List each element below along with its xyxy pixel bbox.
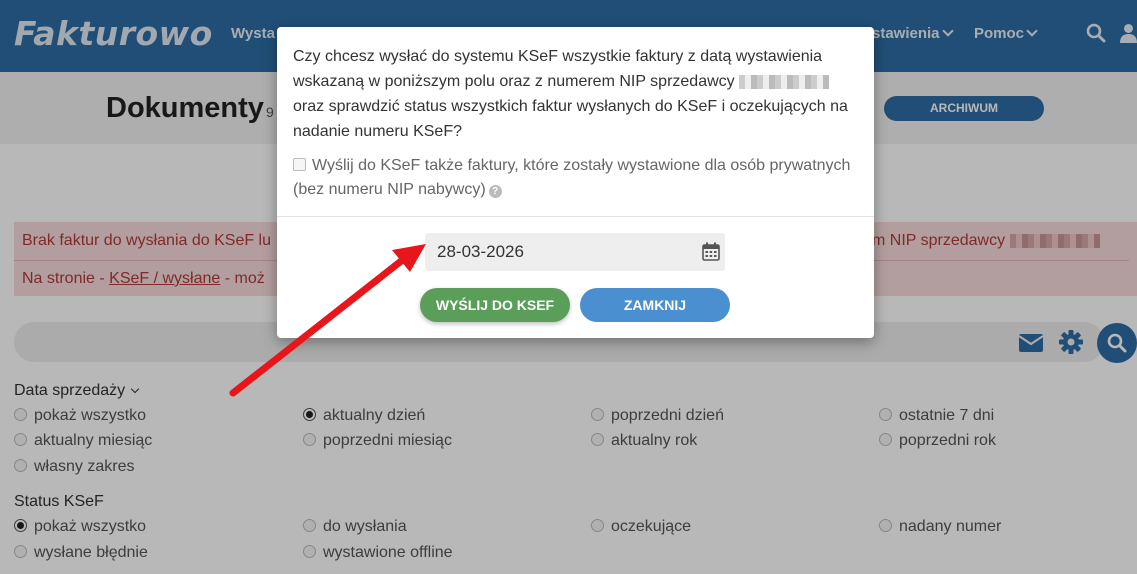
annotation-arrow: [229, 244, 426, 397]
